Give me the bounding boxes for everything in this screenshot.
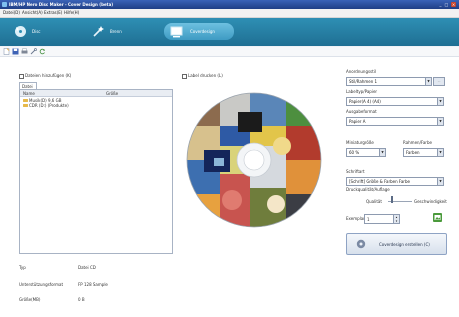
- info-value: FP 128 Sample: [78, 282, 108, 287]
- info-key: Unterstützungsformat: [19, 282, 64, 287]
- font-label: Schriftart: [346, 169, 365, 174]
- maximize-button[interactable]: □: [444, 2, 449, 7]
- tab-burn[interactable]: Brenn: [92, 24, 142, 39]
- tab-coverdesign-label: Coverdesign: [190, 29, 215, 34]
- menu-extras[interactable]: Extras(E): [44, 10, 62, 15]
- chevron-down-icon: ▼: [437, 149, 443, 156]
- tab-burn-label: Brenn: [110, 29, 122, 34]
- chevron-down-icon: ▼: [379, 149, 385, 156]
- preview-button[interactable]: [433, 213, 442, 222]
- border-color-value: Farben: [406, 150, 420, 155]
- label-type-value: Papier(A 4) (A4): [349, 99, 381, 104]
- menu-file[interactable]: Datei(D): [3, 10, 20, 15]
- chevron-down-icon: ▼: [437, 118, 443, 125]
- info-key: Typ: [19, 265, 26, 270]
- thumbnail-size-label: Miniaturgröße: [346, 140, 374, 145]
- info-key: Größe(MB): [19, 297, 41, 302]
- new-icon[interactable]: [3, 48, 10, 55]
- menu-bar: Datei(D) Ansicht(A) Extras(E) Hilfe(H): [0, 9, 459, 18]
- cover-icon: [170, 26, 183, 38]
- tab-coverdesign[interactable]: Coverdesign: [164, 23, 234, 40]
- font-select[interactable]: [Schrift] Größe & Farben Farbe ▼: [346, 177, 444, 186]
- chevron-down-icon: ▼: [425, 78, 431, 85]
- quality-low-label: Qualität: [366, 199, 382, 204]
- disc-hole: [243, 149, 265, 171]
- print-quality-label: Druckqualität/Auflage: [346, 187, 390, 192]
- ribbon: Disc Brenn Coverdesign: [0, 18, 459, 46]
- title-bar: IBM/HP Nero Disc Maker - Cover Design (b…: [0, 0, 459, 9]
- copies-value: 1: [367, 216, 370, 222]
- folder-icon: [23, 98, 28, 102]
- output-format-value: Papier A: [349, 119, 366, 124]
- output-format-label: Ausgabeformat: [346, 109, 377, 114]
- wand-icon: [93, 26, 104, 37]
- gear-disc-icon: [356, 239, 366, 249]
- menu-view[interactable]: Ansicht(A): [22, 10, 43, 15]
- file-list-panel[interactable]: Name Größe Musik(D) 9,6 GB CDR (D:) (Pro…: [19, 89, 173, 254]
- stepper-arrows-icon[interactable]: ▴ ▾: [393, 215, 399, 223]
- copies-stepper[interactable]: 1 ▴ ▾: [364, 214, 400, 224]
- refresh-icon[interactable]: [39, 48, 46, 55]
- print-icon[interactable]: [21, 48, 28, 55]
- info-panel: Typ Datei CD Unterstützungsformat FP 128…: [0, 257, 459, 317]
- label-type-label: Labeltyp/Papier: [346, 89, 378, 94]
- layout-style-select[interactable]: Stil/Rahmen 1 ▼: [346, 77, 432, 86]
- disc-icon: [15, 26, 26, 37]
- print-label-label: Label drucken (L): [188, 73, 223, 78]
- tools-icon[interactable]: [30, 48, 37, 55]
- folder-icon: [23, 103, 28, 107]
- create-cover-button[interactable]: Coverdesign erstellen (C): [346, 233, 447, 255]
- label-type-select[interactable]: Papier(A 4) (A4) ▼: [346, 97, 444, 106]
- create-cover-label: Coverdesign erstellen (C): [379, 242, 430, 247]
- tab-disc[interactable]: Disc: [14, 24, 64, 39]
- chevron-down-icon: ▼: [437, 178, 443, 185]
- border-color-select[interactable]: Farben ▼: [403, 148, 444, 157]
- add-files-checkbox[interactable]: [19, 74, 24, 79]
- chevron-down-icon: ▼: [437, 98, 443, 105]
- print-label-checkbox[interactable]: [182, 74, 187, 79]
- quality-high-label: Geschwindigkeit: [414, 199, 447, 204]
- border-color-label: Rahmen/Farbe: [403, 140, 432, 145]
- tab-disc-label: Disc: [32, 29, 41, 34]
- app-icon: [2, 2, 7, 7]
- toolbar: [0, 47, 459, 57]
- image-icon: [434, 215, 441, 220]
- list-item-label: CDR (D:) (Produkte): [29, 103, 69, 108]
- column-name[interactable]: Name: [23, 91, 35, 96]
- thumbnail-size-value: 60 %: [349, 150, 360, 155]
- info-value: Datei CD: [78, 265, 96, 270]
- save-icon[interactable]: [12, 48, 19, 55]
- add-files-label: Dateien hinzufügen (K): [25, 73, 72, 78]
- layout-style-value: Stil/Rahmen 1: [349, 79, 378, 84]
- font-value: [Schrift] Größe & Farben Farbe: [349, 179, 410, 184]
- thumbnail-size-select[interactable]: 60 % ▼: [346, 148, 386, 157]
- disc-preview: [186, 92, 322, 228]
- close-button[interactable]: ×: [451, 2, 456, 7]
- info-value: 0 B: [78, 297, 85, 302]
- quality-slider-thumb[interactable]: [391, 196, 393, 203]
- minimize-button[interactable]: _: [438, 2, 443, 7]
- file-list-header: Name Größe: [20, 90, 172, 97]
- layout-style-label: Anordnungsstil: [346, 69, 376, 74]
- list-item[interactable]: CDR (D:) (Produkte): [23, 103, 103, 108]
- layout-options-button[interactable]: ···: [433, 77, 445, 86]
- menu-help[interactable]: Hilfe(H): [64, 10, 79, 15]
- column-size[interactable]: Größe: [106, 91, 118, 96]
- window-title: IBM/HP Nero Disc Maker - Cover Design (b…: [9, 2, 114, 7]
- output-format-select[interactable]: Papier A ▼: [346, 117, 444, 126]
